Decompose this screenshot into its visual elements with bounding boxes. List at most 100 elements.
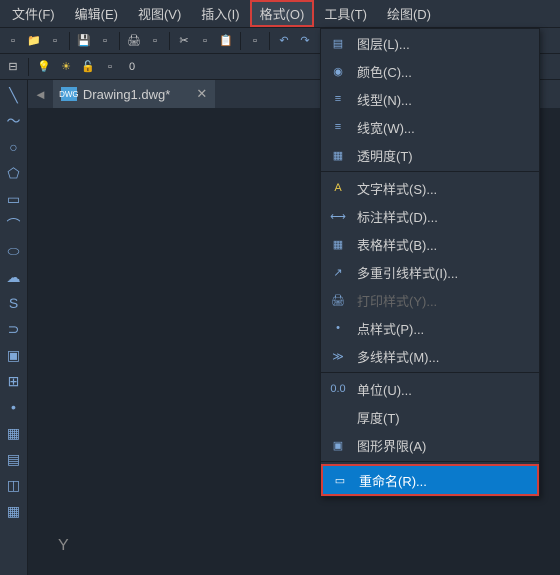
menu-rename-label: 重命名(R)...: [359, 471, 427, 490]
textstyle-icon: A: [329, 179, 347, 197]
layer-color-icon[interactable]: ▫: [101, 58, 119, 76]
menu-thickness-label: 厚度(T): [357, 408, 400, 427]
folder2-icon[interactable]: ▫: [46, 32, 64, 50]
menu-tools[interactable]: 工具(T): [314, 0, 377, 27]
lineweight-icon: ≡: [329, 118, 347, 136]
format-dropdown-menu: ▤ 图层(L)... ◉ 颜色(C)... ≡ 线型(N)... ≡ 线宽(W)…: [320, 28, 540, 497]
menu-draw[interactable]: 绘图(D): [377, 0, 441, 27]
menu-format[interactable]: 格式(O): [250, 0, 315, 27]
color-icon: ◉: [329, 62, 347, 80]
menu-mleaderstyle-label: 多重引线样式(I)...: [357, 263, 458, 282]
bulb-icon[interactable]: 💡: [35, 58, 53, 76]
layer-props-icon[interactable]: ⊟: [4, 58, 22, 76]
menu-color[interactable]: ◉ 颜色(C)...: [321, 57, 539, 85]
menu-insert[interactable]: 插入(I): [191, 0, 249, 27]
menu-lineweight-label: 线宽(W)...: [357, 118, 415, 137]
menu-color-label: 颜色(C)...: [357, 62, 412, 81]
close-icon[interactable]: ✕: [196, 86, 207, 102]
tablestyle-icon: ▦: [329, 235, 347, 253]
layer-icon: ▤: [329, 34, 347, 52]
spline-tool-icon[interactable]: S: [5, 294, 23, 312]
menu-linetype[interactable]: ≡ 线型(N)...: [321, 85, 539, 113]
cut-icon[interactable]: ✂: [175, 32, 193, 50]
thickness-icon: [329, 408, 347, 426]
block-tool-icon[interactable]: ▣: [5, 346, 23, 364]
ucs-y-label: Y: [58, 537, 69, 555]
left-toolbar: ╲ 〜 ○ ⬠ ▭ ⌒ ⬭ ☁ S ⊃ ▣ ⊞ • ▦ ▤ ◫ ▦: [0, 80, 28, 575]
menu-dimstyle-label: 标注样式(D)...: [357, 207, 438, 226]
menu-textstyle-label: 文字样式(S)...: [357, 179, 437, 198]
match-icon[interactable]: ▫: [246, 32, 264, 50]
transparency-icon: ▦: [329, 146, 347, 164]
rename-icon: ▭: [331, 471, 349, 489]
mleaderstyle-icon: ↗: [329, 263, 347, 281]
menu-linetype-label: 线型(N)...: [357, 90, 412, 109]
menu-rename[interactable]: ▭ 重命名(R)...: [321, 464, 539, 496]
menu-mlinestyle-label: 多线样式(M)...: [357, 347, 439, 366]
revcloud-tool-icon[interactable]: ☁: [5, 268, 23, 286]
menu-tablestyle[interactable]: ▦ 表格样式(B)...: [321, 230, 539, 258]
menu-units[interactable]: 0.0 单位(U)...: [321, 375, 539, 403]
undo-icon[interactable]: ↶: [275, 32, 293, 50]
menubar: 文件(F) 编辑(E) 视图(V) 插入(I) 格式(O) 工具(T) 绘图(D…: [0, 0, 560, 28]
point-tool-icon[interactable]: •: [5, 398, 23, 416]
tab-prev-icon[interactable]: ◄: [28, 87, 53, 102]
saveas-icon[interactable]: ▫: [96, 32, 114, 50]
arc-tool-icon[interactable]: ⌒: [5, 216, 23, 234]
menu-limits-label: 图形界限(A): [357, 436, 426, 455]
limits-icon: ▣: [329, 436, 347, 454]
menu-view[interactable]: 视图(V): [128, 0, 191, 27]
region-tool-icon[interactable]: ◫: [5, 476, 23, 494]
polygon-tool-icon[interactable]: ⬠: [5, 164, 23, 182]
menu-mleaderstyle[interactable]: ↗ 多重引线样式(I)...: [321, 258, 539, 286]
menu-mlinestyle[interactable]: ≫ 多线样式(M)...: [321, 342, 539, 370]
tab-filename: Drawing1.dwg*: [83, 87, 170, 102]
menu-lineweight[interactable]: ≡ 线宽(W)...: [321, 113, 539, 141]
hatch-tool-icon[interactable]: ▦: [5, 424, 23, 442]
mlinestyle-icon: ≫: [329, 347, 347, 365]
open-icon[interactable]: 📁: [25, 32, 43, 50]
lock-icon[interactable]: 🔓: [79, 58, 97, 76]
menu-transparency[interactable]: ▦ 透明度(T): [321, 141, 539, 169]
separator: [321, 461, 539, 462]
table-tool-icon[interactable]: ▦: [5, 502, 23, 520]
menu-textstyle[interactable]: A 文字样式(S)...: [321, 174, 539, 202]
menu-edit[interactable]: 编辑(E): [65, 0, 128, 27]
linetype-icon: ≡: [329, 90, 347, 108]
pointstyle-icon: •: [329, 319, 347, 337]
save-icon[interactable]: 💾: [75, 32, 93, 50]
ellipse-tool-icon[interactable]: ⬭: [5, 242, 23, 260]
menu-limits[interactable]: ▣ 图形界限(A): [321, 431, 539, 459]
preview-icon[interactable]: ▫: [146, 32, 164, 50]
separator: [321, 372, 539, 373]
rectangle-tool-icon[interactable]: ▭: [5, 190, 23, 208]
circle-tool-icon[interactable]: ○: [5, 138, 23, 156]
menu-transparency-label: 透明度(T): [357, 146, 413, 165]
menu-file[interactable]: 文件(F): [2, 0, 65, 27]
menu-thickness[interactable]: 厚度(T): [321, 403, 539, 431]
sun-icon[interactable]: ☀: [57, 58, 75, 76]
polyline-tool-icon[interactable]: 〜: [5, 112, 23, 130]
separator: [321, 171, 539, 172]
layer-name[interactable]: 0: [123, 58, 141, 76]
makeblock-tool-icon[interactable]: ⊞: [5, 372, 23, 390]
gradient-tool-icon[interactable]: ▤: [5, 450, 23, 468]
menu-plotstyle: 🖨 打印样式(Y)...: [321, 286, 539, 314]
menu-pointstyle[interactable]: • 点样式(P)...: [321, 314, 539, 342]
dwg-file-icon: DWG: [61, 87, 77, 101]
paste-icon[interactable]: 📋: [217, 32, 235, 50]
document-tab[interactable]: DWG Drawing1.dwg* ✕: [53, 80, 215, 108]
ellipse-arc-tool-icon[interactable]: ⊃: [5, 320, 23, 338]
menu-units-label: 单位(U)...: [357, 380, 412, 399]
line-tool-icon[interactable]: ╲: [5, 86, 23, 104]
menu-layer[interactable]: ▤ 图层(L)...: [321, 29, 539, 57]
plotstyle-icon: 🖨: [329, 291, 347, 309]
print-icon[interactable]: 🖨: [125, 32, 143, 50]
menu-dimstyle[interactable]: ⟷ 标注样式(D)...: [321, 202, 539, 230]
menu-plotstyle-label: 打印样式(Y)...: [357, 291, 437, 310]
copy-icon[interactable]: ▫: [196, 32, 214, 50]
new-icon[interactable]: ▫: [4, 32, 22, 50]
dimstyle-icon: ⟷: [329, 207, 347, 225]
redo-icon[interactable]: ↷: [296, 32, 314, 50]
menu-pointstyle-label: 点样式(P)...: [357, 319, 424, 338]
